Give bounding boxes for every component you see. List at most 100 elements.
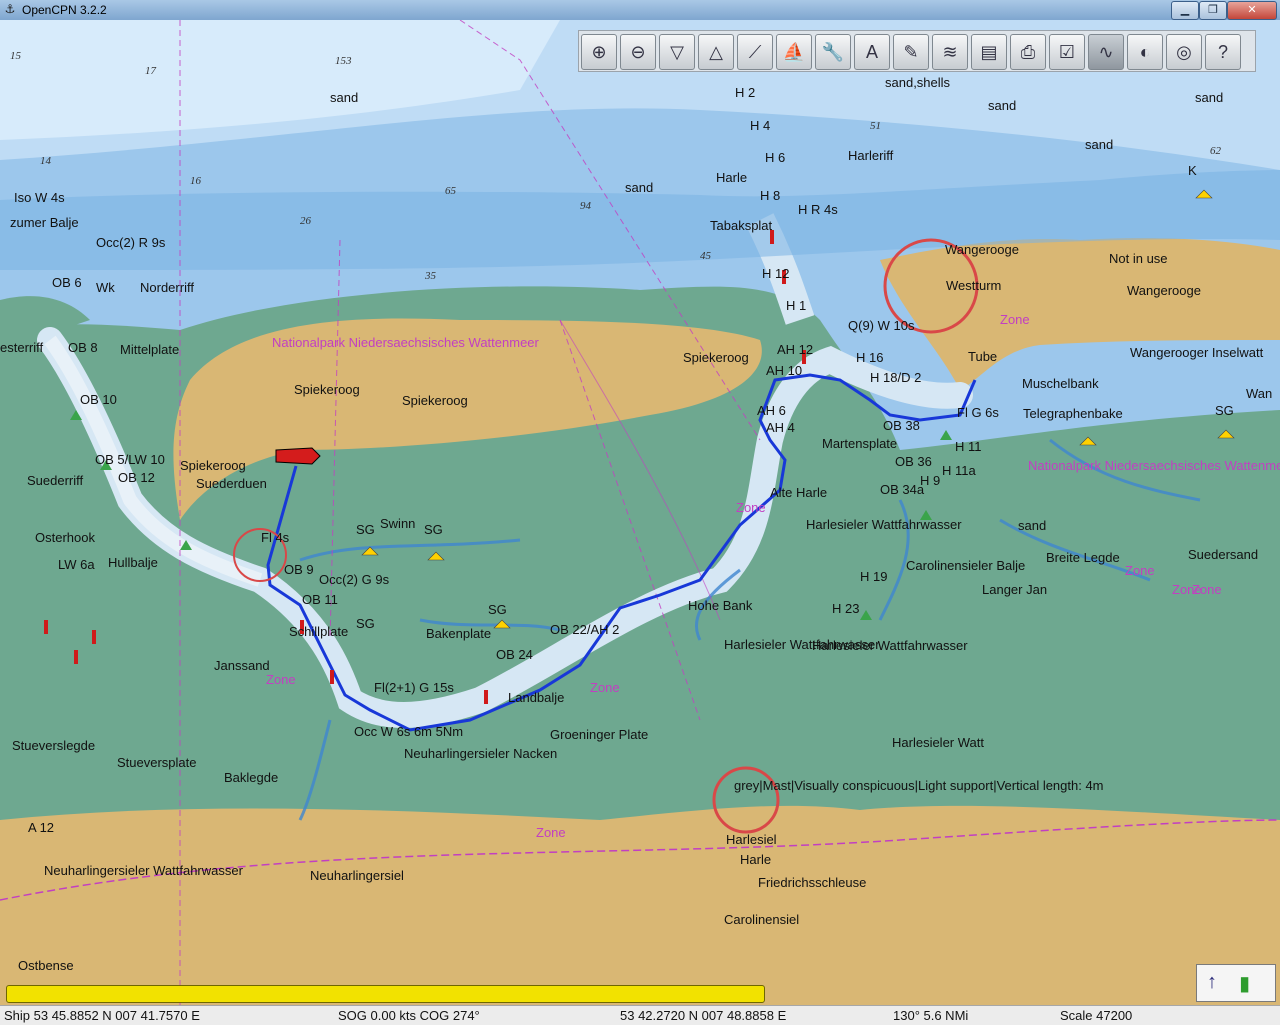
chart-label: K — [1188, 163, 1197, 178]
chart-label: Hohe Bank — [688, 598, 753, 613]
tides-currents-button[interactable]: ▤ — [971, 34, 1007, 70]
maximize-button[interactable]: ❐ — [1199, 1, 1227, 20]
chart-label: Harlesieler Watt — [892, 735, 984, 750]
chart-label: Muschelbank — [1022, 376, 1099, 391]
chart-label: Zone — [736, 500, 766, 515]
depth-sounding: 94 — [580, 200, 591, 212]
ship-position: Ship 53 45.8852 N 007 41.7570 E — [4, 1008, 200, 1023]
mob-button[interactable]: ◎ — [1166, 34, 1202, 70]
chart-label: SG — [488, 602, 507, 617]
close-button[interactable]: ✕ — [1227, 1, 1277, 20]
chart-label: H 18/D 2 — [870, 370, 922, 385]
route-manager-icon: ☑ — [1058, 42, 1076, 62]
chart-label: Spiekeroog — [180, 458, 246, 473]
chart-label: Telegraphenbake — [1023, 406, 1123, 421]
chart-label: Carolinensiel — [724, 912, 800, 927]
current-button[interactable]: ✎ — [893, 34, 929, 70]
chart-label: AH 10 — [766, 363, 803, 378]
settings-button[interactable]: 🔧 — [815, 34, 851, 70]
depth-sounding: 51 — [870, 120, 881, 132]
depth-sounding: 65 — [445, 185, 456, 197]
chart-label: Q(9) W 10s — [848, 318, 915, 333]
zoom-in-button[interactable]: ⊕ — [581, 34, 617, 70]
depth-sounding: 15 — [10, 50, 21, 62]
chart-label: Iso W 4s — [14, 190, 65, 205]
text-icon: A — [865, 42, 878, 62]
chart-label: Martensplate — [822, 436, 898, 451]
route-button[interactable]: ⟋ — [737, 34, 773, 70]
chart-label: SG — [424, 522, 443, 537]
zoom-out-icon: ⊖ — [630, 42, 646, 62]
chart-label: zumer Balje — [10, 215, 79, 230]
chart-label: Wan — [1246, 386, 1273, 401]
chart-label: H 19 — [860, 569, 888, 584]
minimize-icon: ▁ — [1180, 4, 1190, 16]
chart-label: Wk — [96, 280, 115, 295]
chart-label: Wangerooge — [945, 242, 1019, 257]
chart-label: Harleriff — [848, 148, 894, 163]
chart-label: Spiekeroog — [402, 393, 468, 408]
chart-label: H 8 — [760, 188, 781, 203]
maximize-icon: ❐ — [1208, 4, 1218, 16]
chart-label: Suederriff — [27, 473, 84, 488]
print-icon: ⎙ — [1020, 42, 1036, 62]
chart-label: SG — [356, 616, 375, 631]
chart-piano-bar[interactable] — [6, 985, 765, 1003]
chart-label: sand,shells — [885, 75, 951, 90]
scale-in-button[interactable]: ▽ — [659, 34, 695, 70]
depth-sounding: 153 — [335, 55, 352, 67]
chart-label: OB 11 — [302, 592, 338, 607]
chart-label: Norderriff — [140, 280, 194, 295]
track-button[interactable]: ∿ — [1088, 34, 1124, 70]
print-button[interactable]: ⎙ — [1010, 34, 1046, 70]
chart-label: Suederduen — [196, 476, 267, 491]
chart-label: Harlesieler Wattfahrwasser — [812, 638, 968, 653]
color-scheme-button[interactable]: ◐ — [1127, 34, 1163, 70]
track-icon: ∿ — [1098, 42, 1114, 62]
close-icon: ✕ — [1247, 4, 1257, 16]
tide-button[interactable]: ≋ — [932, 34, 968, 70]
tide-icon: ≋ — [942, 42, 958, 62]
chart-label: Carolinensieler Balje — [906, 558, 1026, 573]
chart-label: Zone — [1172, 582, 1202, 597]
chart-label: sand — [330, 90, 359, 105]
chart-label: H R 4s — [798, 202, 838, 217]
color-scheme-icon: ◐ — [1139, 42, 1151, 62]
window-titlebar[interactable]: ⚓ OpenCPN 3.2.2 ▁ ❐ ✕ — [0, 0, 1280, 21]
chart-label: Ostbense — [18, 958, 74, 973]
wrench-icon: 🔧 — [821, 42, 845, 62]
chart-label: OB 24 — [496, 647, 533, 662]
chart-label: H 4 — [750, 118, 771, 133]
chart-label: Suedersand — [1188, 547, 1259, 562]
follow-button[interactable]: ⛵ — [776, 34, 812, 70]
scale-out-button[interactable]: △ — [698, 34, 734, 70]
minimize-button[interactable]: ▁ — [1171, 1, 1199, 20]
chart-label: AH 6 — [757, 403, 786, 418]
chart-label: Occ W 6s 6m 5Nm — [354, 724, 464, 739]
chart-label: Stueverslegde — [12, 738, 96, 753]
chart-label: Tabaksplat — [710, 218, 773, 233]
chart-label: H 23 — [832, 601, 860, 616]
window-title: OpenCPN 3.2.2 — [22, 3, 107, 17]
zoom-out-button[interactable]: ⊖ — [620, 34, 656, 70]
chart-label: Nationalpark Niedersaechsisches Wattenme… — [272, 335, 539, 350]
chart-label: OB 34a — [880, 482, 925, 497]
text-button[interactable]: A — [854, 34, 890, 70]
chart-label: esterriff — [0, 340, 44, 355]
help-button[interactable]: ? — [1205, 34, 1241, 70]
main-toolbar: ⊕ ⊖ ▽ △ ⟋ ⛵ 🔧 A ✎ ≋ ▤ ⎙ ☑ ∿ ◐ ◎ ? — [578, 30, 1256, 72]
chart-label: Zone — [590, 680, 620, 695]
follow-icon: ⛵ — [782, 42, 806, 62]
route-manager-button[interactable]: ☑ — [1049, 34, 1085, 70]
depth-sounding: 14 — [40, 155, 51, 167]
chart-label: OB 10 — [80, 392, 117, 407]
mob-icon: ◎ — [1176, 42, 1192, 62]
chart-label: OB 12 — [118, 470, 155, 485]
chart-label: Nationalpark Niedersaechsisches Wattenme… — [1028, 458, 1280, 473]
chart-label: H 16 — [856, 350, 884, 365]
chart-label: H 9 — [920, 473, 941, 488]
chart-label: Neuharlingersieler Nacken — [404, 746, 558, 761]
chart-canvas[interactable]: sand sand,shells sand sand sand sand Iso W 4s z… — [0, 20, 1280, 1005]
chart-map[interactable] — [0, 20, 1280, 1005]
chart-label: Osterhook — [35, 530, 95, 545]
